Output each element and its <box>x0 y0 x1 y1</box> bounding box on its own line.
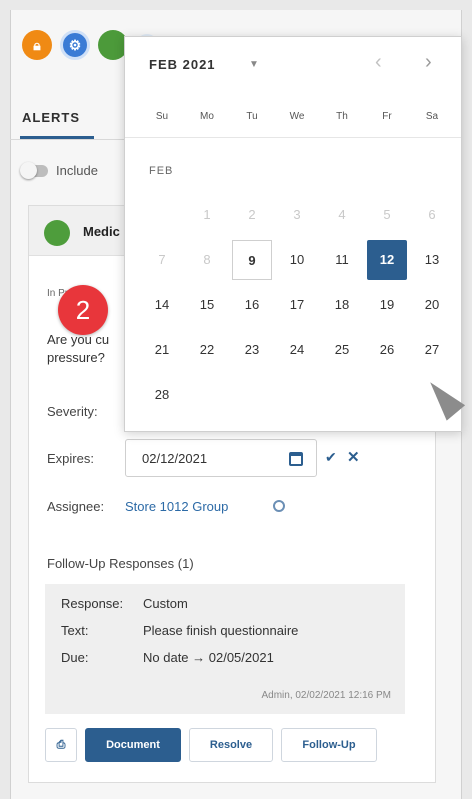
due-value: No date → 02/05/2021 <box>143 650 274 665</box>
lock-icon[interactable]: 🔒︎ <box>22 30 52 60</box>
text-value: Please finish questionnaire <box>143 623 299 638</box>
day-cell: 2 <box>248 207 256 222</box>
weekday-label: We <box>289 111 305 122</box>
day-cell[interactable]: 10 <box>277 240 317 280</box>
avatar <box>44 220 70 246</box>
day-cell[interactable]: 28 <box>142 375 182 415</box>
include-label: Include <box>56 163 98 178</box>
day-cell[interactable]: 16 <box>232 285 272 325</box>
weekday-label: Sa <box>425 111 439 122</box>
calendar-icon[interactable] <box>289 452 303 466</box>
gear-icon[interactable]: ⚙ <box>60 30 90 60</box>
day-cell: 8 <box>203 252 211 267</box>
day-cell[interactable]: 25 <box>322 330 362 370</box>
day-cell[interactable]: 26 <box>367 330 407 370</box>
print-button[interactable]: ⎙ <box>45 728 77 762</box>
day-cell: 1 <box>203 207 211 222</box>
chevron-left-icon[interactable]: ‹ <box>375 51 382 74</box>
step-badge: 2 <box>58 285 108 335</box>
date-picker-popup: FEB 2021 ▼ ‹ › Su Mo Tu We Th Fr Sa FEB 123456… <box>124 36 462 432</box>
day-cell[interactable]: 24 <box>277 330 317 370</box>
day-cell[interactable]: 14 <box>142 285 182 325</box>
include-filter: Include <box>20 161 98 179</box>
day-cell[interactable]: 11 <box>322 240 362 280</box>
followup-title: Follow-Up Responses (1) <box>47 556 194 571</box>
day-cell[interactable]: 9 <box>232 240 272 280</box>
assignee-link[interactable]: Store 1012 Group <box>125 499 228 514</box>
day-cell: 3 <box>293 207 301 222</box>
day-cell: 5 <box>383 207 391 222</box>
follow-up-button[interactable]: Follow-Up <box>281 728 377 762</box>
document-button[interactable]: Document <box>85 728 181 762</box>
day-cell[interactable]: 15 <box>187 285 227 325</box>
day-cell[interactable]: 17 <box>277 285 317 325</box>
month-subhead: FEB <box>149 165 174 177</box>
weekday-label: Su <box>155 111 169 122</box>
followup-response-row: Response: Custom <box>61 596 188 611</box>
question-text: Are you cu pressure? <box>47 332 110 365</box>
due-key: Due: <box>61 650 89 665</box>
followup-meta: Admin, 02/02/2021 12:16 PM <box>261 690 391 701</box>
followup-due-row: Due: No date → 02/05/2021 <box>61 650 274 665</box>
day-cell[interactable]: 27 <box>412 330 452 370</box>
day-cell[interactable]: 22 <box>187 330 227 370</box>
day-cell[interactable]: 21 <box>142 330 182 370</box>
month-year-selector[interactable]: FEB 2021 <box>149 57 216 72</box>
tab-alerts[interactable]: ALERTS <box>22 110 80 125</box>
assignee-info-icon[interactable] <box>273 500 285 512</box>
day-cell[interactable]: 20 <box>412 285 452 325</box>
confirm-check-icon[interactable]: ✔ <box>325 449 337 466</box>
followup-text-row: Text: Please finish questionnaire <box>61 623 298 638</box>
resolve-button[interactable]: Resolve <box>189 728 273 762</box>
day-cell-selected[interactable]: 12 <box>367 240 407 280</box>
text-key: Text: <box>61 623 89 638</box>
severity-label: Severity: <box>47 404 98 419</box>
card-title: Medic <box>83 224 120 239</box>
day-cell[interactable]: 23 <box>232 330 272 370</box>
response-key: Response: <box>61 596 124 611</box>
response-value: Custom <box>143 596 188 611</box>
day-cell[interactable]: 18 <box>322 285 362 325</box>
day-cell[interactable]: 19 <box>367 285 407 325</box>
weekday-label: Fr <box>382 111 392 122</box>
followup-response: Response: Custom Text: Please finish quest… <box>45 584 405 714</box>
weekday-label: Mo <box>200 111 214 122</box>
chevron-right-icon[interactable]: › <box>425 51 432 74</box>
chevron-down-icon[interactable]: ▼ <box>249 59 259 70</box>
weekday-label: Tu <box>246 111 258 122</box>
include-toggle[interactable] <box>20 161 48 179</box>
day-cell: 6 <box>428 207 436 222</box>
day-cell: 7 <box>158 252 166 267</box>
card-actions: ⎙ Document Resolve Follow-Up <box>45 728 377 762</box>
day-cell[interactable]: 13 <box>412 240 452 280</box>
cancel-x-icon[interactable]: ✕ <box>347 448 360 466</box>
assignee-label: Assignee: <box>47 499 105 514</box>
print-icon: ⎙ <box>56 738 66 751</box>
day-cell: 4 <box>338 207 346 222</box>
weekday-label: Th <box>336 111 348 122</box>
calendar-divider <box>125 137 461 138</box>
expires-label: Expires: <box>47 451 94 466</box>
